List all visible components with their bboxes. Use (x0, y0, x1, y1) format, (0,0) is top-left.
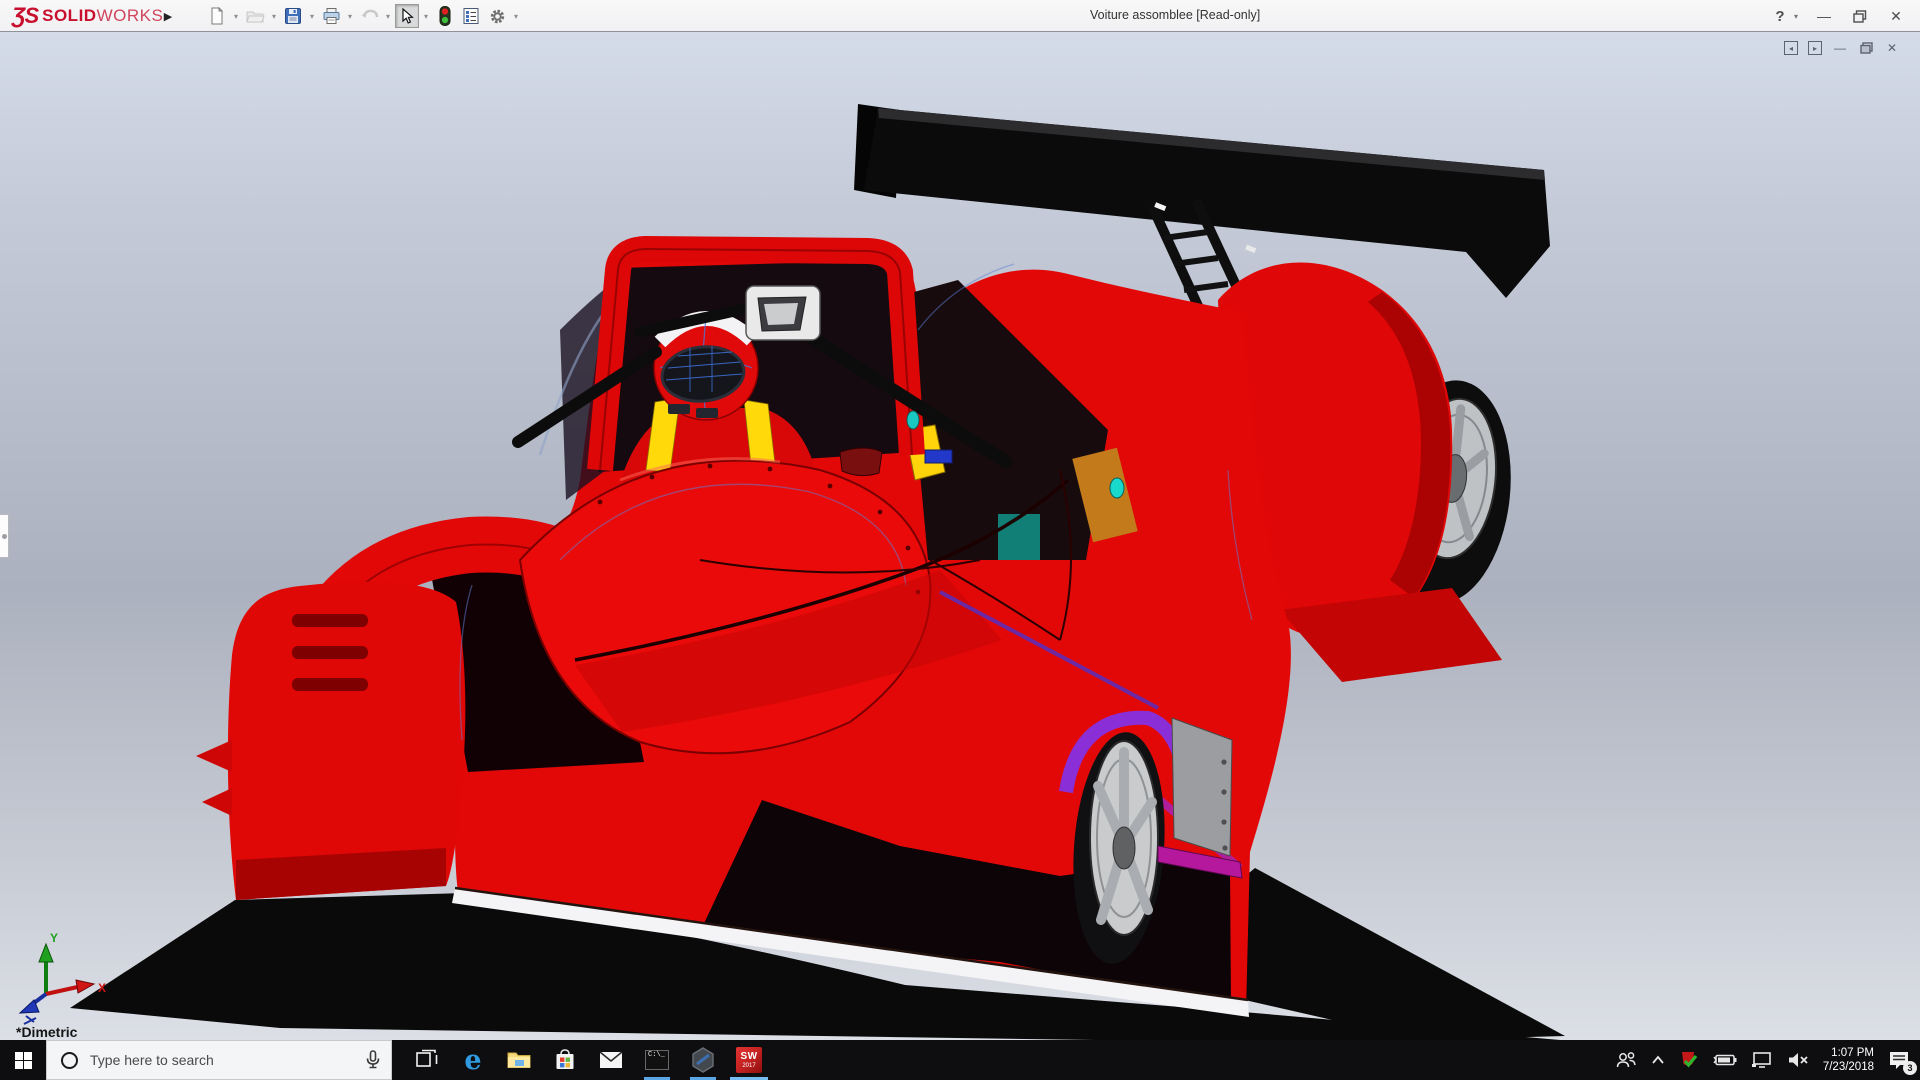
hex-app-button[interactable] (680, 1040, 726, 1080)
printer-icon (322, 7, 341, 25)
next-window-button[interactable]: ▸ (1808, 41, 1822, 55)
front-fender (196, 582, 465, 900)
mail-icon (599, 1051, 623, 1069)
help-caret[interactable]: ▾ (1794, 12, 1798, 21)
quick-toolbar: ▾ ▾ ▾ ▾ ▾ (205, 3, 521, 29)
car-model (0, 32, 1920, 1040)
clock-time: 1:07 PM (1823, 1046, 1874, 1060)
solidworks-button[interactable]: SW 2017 (726, 1040, 772, 1080)
window-controls: ? ▾ — ✕ (1770, 0, 1906, 32)
restore-button[interactable] (1850, 6, 1870, 26)
feature-manager-tab[interactable] (0, 514, 9, 558)
undo-button[interactable] (357, 4, 381, 28)
command-prompt-button[interactable]: C:\_ (634, 1040, 680, 1080)
search-input[interactable] (90, 1052, 365, 1068)
hex-app-icon (691, 1047, 715, 1073)
prev-window-button[interactable]: ◂ (1784, 41, 1798, 55)
orientation-triad: Y X (8, 932, 118, 1032)
new-document-icon (208, 7, 226, 25)
start-button[interactable] (0, 1040, 46, 1080)
logo-3s-icon: ƷS (12, 3, 38, 29)
traffic-light-icon (439, 6, 451, 26)
graphics-viewport[interactable]: ◂ ▸ — ✕ Y X *Dimetric (0, 32, 1920, 1040)
solidworks-monitor-icon[interactable] (1679, 1050, 1699, 1070)
restore-icon (1853, 10, 1867, 23)
command-prompt-icon: C:\_ (645, 1050, 669, 1070)
action-center-icon[interactable]: 3 (1888, 1050, 1910, 1070)
taskbar-clock[interactable]: 1:07 PM 7/23/2018 (1823, 1046, 1874, 1074)
document-window-controls: ◂ ▸ — ✕ (1784, 40, 1900, 56)
doc-minimize-button[interactable]: — (1832, 40, 1848, 56)
taskbar-search[interactable] (46, 1040, 392, 1080)
network-icon[interactable] (1751, 1051, 1773, 1069)
cortana-icon (61, 1052, 78, 1069)
save-button[interactable] (281, 4, 305, 28)
close-button[interactable]: ✕ (1886, 6, 1906, 26)
people-icon[interactable] (1615, 1051, 1637, 1069)
edge-icon: e (464, 1047, 481, 1074)
task-view-icon (416, 1049, 438, 1071)
doc-restore-icon (1860, 42, 1873, 54)
taskbar-apps: e C:\_ (404, 1040, 772, 1080)
doc-close-button[interactable]: ✕ (1884, 40, 1900, 56)
store-icon (554, 1049, 576, 1071)
doc-restore-button[interactable] (1858, 40, 1874, 56)
open-folder-icon (246, 7, 265, 25)
windows-taskbar: e C:\_ (0, 1040, 1920, 1080)
save-floppy-icon (284, 7, 302, 25)
windows-logo-icon (15, 1052, 32, 1069)
triad-y-label: Y (50, 932, 58, 945)
open-button[interactable] (243, 4, 267, 28)
store-button[interactable] (542, 1040, 588, 1080)
gear-icon (488, 7, 507, 26)
clock-date: 7/23/2018 (1823, 1060, 1874, 1074)
file-properties-button[interactable] (459, 4, 483, 28)
mail-button[interactable] (588, 1040, 634, 1080)
volume-muted-icon[interactable] (1787, 1052, 1809, 1068)
solidworks-logo: ƷS SOLID WORKS (12, 3, 163, 29)
rebuild-button[interactable] (433, 4, 457, 28)
task-view-button[interactable] (404, 1040, 450, 1080)
window-title: Voiture assomblee [Read-only] (1090, 8, 1260, 22)
minimize-button[interactable]: — (1814, 6, 1834, 26)
menu-flyout-arrow[interactable]: ▶ (160, 5, 176, 27)
undo-arrow-icon (360, 7, 379, 25)
triad-x-label: X (98, 981, 106, 995)
microphone-icon[interactable] (365, 1050, 381, 1070)
system-tray: 1:07 PM 7/23/2018 3 (1615, 1046, 1920, 1074)
print-button[interactable] (319, 4, 343, 28)
battery-icon[interactable] (1713, 1053, 1737, 1067)
help-button[interactable]: ? (1770, 6, 1790, 26)
edge-button[interactable]: e (450, 1040, 496, 1080)
select-tool-button[interactable] (395, 4, 419, 28)
select-cursor-icon (399, 8, 415, 25)
file-explorer-icon (507, 1050, 531, 1070)
file-explorer-button[interactable] (496, 1040, 542, 1080)
solidworks-2017-icon: SW 2017 (736, 1047, 762, 1073)
tray-chevron-icon[interactable] (1651, 1055, 1665, 1065)
options-button[interactable] (485, 4, 509, 28)
title-bar: ƷS SOLID WORKS ▶ ▾ ▾ ▾ (0, 0, 1920, 32)
side-mirror (840, 448, 882, 476)
riveted-panel (1172, 718, 1232, 856)
mirror-intake (746, 286, 820, 340)
view-orientation-label: *Dimetric (16, 1024, 77, 1040)
notification-count-badge: 3 (1903, 1061, 1917, 1075)
new-document-button[interactable] (205, 4, 229, 28)
file-properties-icon (462, 7, 480, 25)
